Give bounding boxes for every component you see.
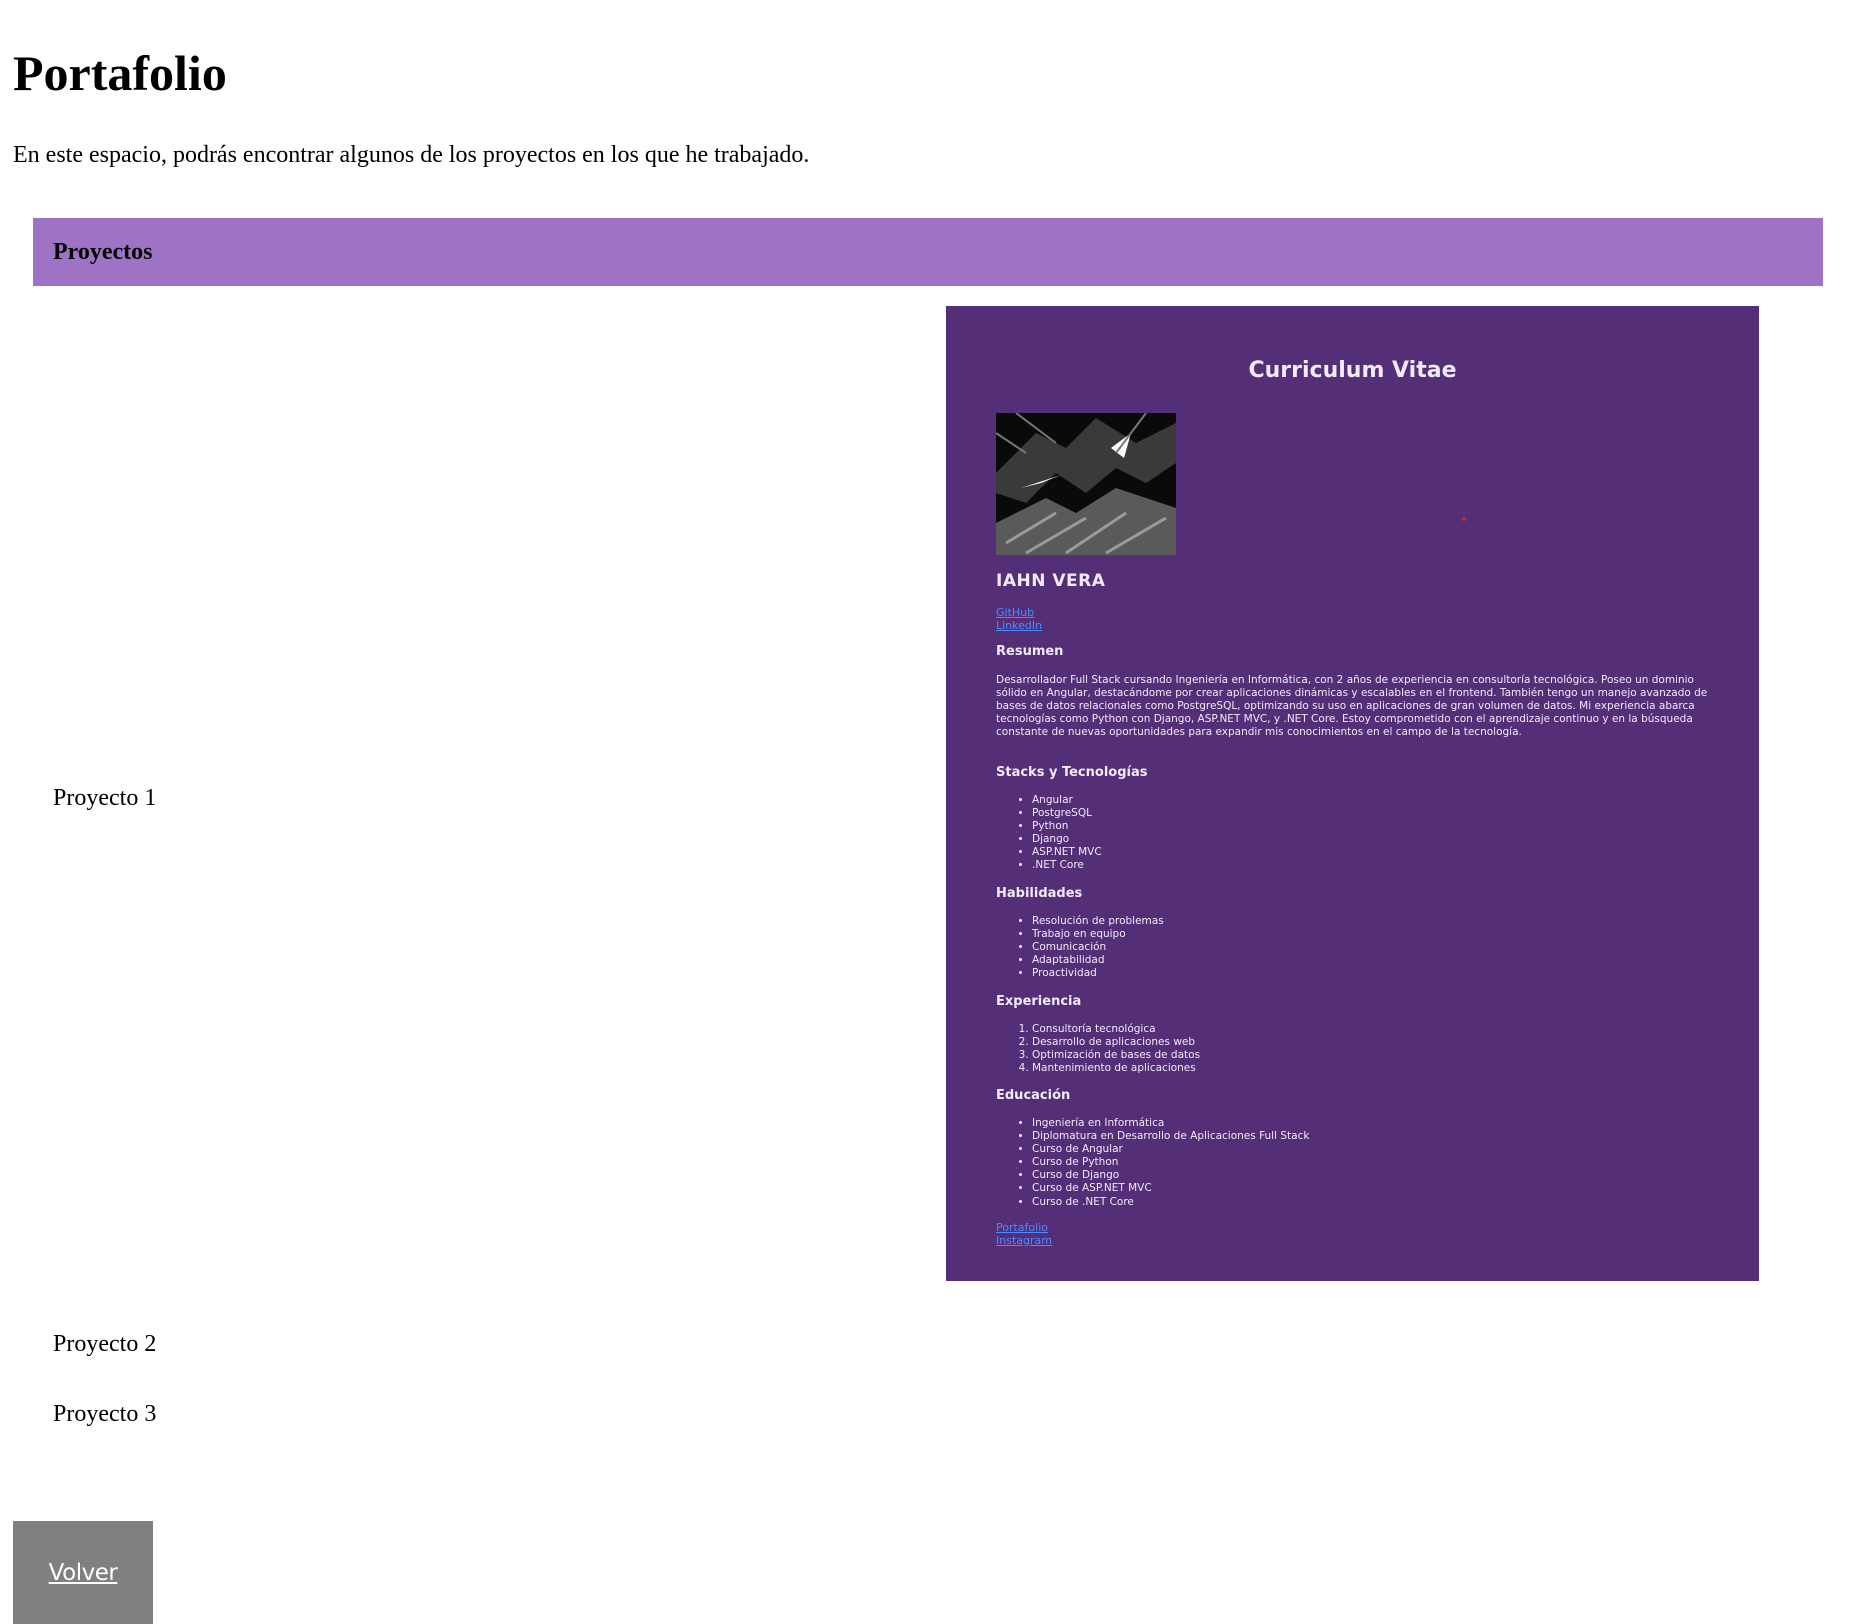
list-item: Resolución de problemas (1032, 915, 1164, 928)
list-item: ASP.NET MVC (1032, 846, 1102, 859)
list-item: Django (1032, 833, 1102, 846)
cv-educacion-heading: Educación (996, 1088, 1071, 1103)
projects-section-title: Proyectos (53, 239, 153, 265)
list-item: Proactividad (1032, 967, 1164, 980)
list-item: Mantenimiento de aplicaciones (1032, 1062, 1200, 1075)
cv-experiencia-heading: Experiencia (996, 994, 1082, 1009)
cv-name: IAHN VERA (996, 571, 1106, 591)
list-item: Adaptabilidad (1032, 954, 1164, 967)
list-item: .NET Core (1032, 859, 1102, 872)
list-item: Curso de Python (1032, 1156, 1309, 1169)
project-1-cv-preview-image: Curriculum Vitae IAHN VERA GitHub Linked… (946, 306, 1759, 1281)
page-title: Portafolio (13, 45, 227, 101)
cv-stacks-heading: Stacks y Tecnologías (996, 765, 1148, 780)
list-item: Comunicación (1032, 941, 1164, 954)
back-button[interactable]: Volver (13, 1521, 153, 1624)
list-item: Curso de .NET Core (1032, 1196, 1309, 1209)
list-item: Trabajo en equipo (1032, 928, 1164, 941)
cv-instagram-link[interactable]: Instagram (996, 1234, 1052, 1247)
list-item: Optimización de bases de datos (1032, 1049, 1200, 1062)
cv-resumen-text: Desarrollador Full Stack cursando Ingeni… (996, 674, 1708, 738)
project-1-label: Proyecto 1 (53, 785, 157, 811)
list-item: Python (1032, 820, 1102, 833)
list-item: Curso de Django (1032, 1169, 1309, 1182)
cv-linkedin-link[interactable]: LinkedIn (996, 619, 1042, 632)
list-item: Consultoría tecnológica (1032, 1023, 1200, 1036)
cv-educacion-list: Ingeniería en Informática Diplomatura en… (996, 1117, 1309, 1209)
page-intro: En este espacio, podrás encontrar alguno… (13, 142, 810, 168)
cv-habilidades-heading: Habilidades (996, 886, 1083, 901)
cv-experiencia-list: Consultoría tecnológica Desarrollo de ap… (996, 1023, 1200, 1075)
cv-resumen-heading: Resumen (996, 644, 1064, 659)
cv-habilidades-list: Resolución de problemas Trabajo en equip… (996, 915, 1164, 980)
cv-profile-photo (995, 412, 1176, 555)
list-item: Desarrollo de aplicaciones web (1032, 1036, 1200, 1049)
cv-portafolio-link[interactable]: Portafolio (996, 1221, 1052, 1234)
red-dot-mark (1462, 517, 1466, 521)
profile-photo-illustration (995, 412, 1176, 555)
list-item: Curso de Angular (1032, 1143, 1309, 1156)
cv-github-link[interactable]: GitHub (996, 606, 1042, 619)
list-item: Diplomatura en Desarrollo de Aplicacione… (1032, 1130, 1309, 1143)
cv-bottom-links: Portafolio Instagram (996, 1221, 1052, 1247)
project-2-label: Proyecto 2 (53, 1331, 157, 1357)
list-item: Angular (1032, 794, 1102, 807)
cv-stacks-list: Angular PostgreSQL Python Django ASP.NET… (996, 794, 1102, 873)
list-item: Ingeniería en Informática (1032, 1117, 1309, 1130)
cv-title: Curriculum Vitae (1248, 358, 1457, 383)
projects-section-header: Proyectos (33, 218, 1823, 286)
list-item: PostgreSQL (1032, 807, 1102, 820)
list-item: Curso de ASP.NET MVC (1032, 1182, 1309, 1195)
cv-top-links: GitHub LinkedIn (996, 606, 1042, 632)
project-3-label: Proyecto 3 (53, 1401, 157, 1427)
